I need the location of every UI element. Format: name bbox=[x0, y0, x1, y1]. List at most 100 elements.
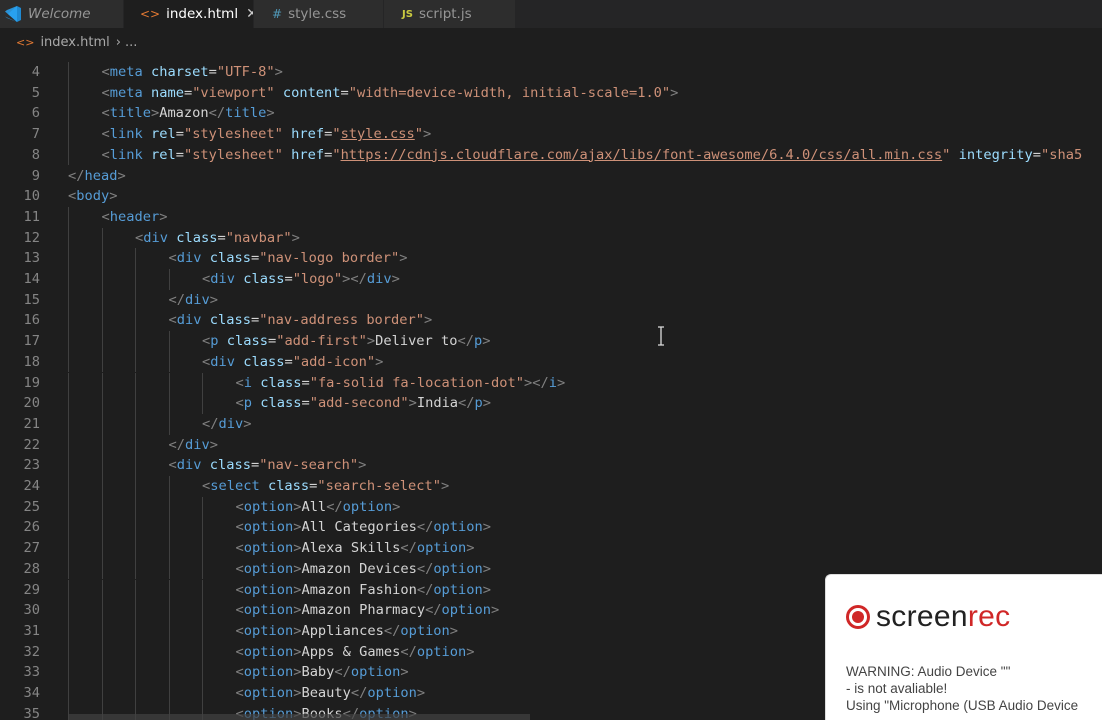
code-token: > bbox=[274, 64, 283, 80]
code-line[interactable]: 4 <meta charset="UTF-8"> bbox=[0, 62, 1102, 83]
breadcrumb-file[interactable]: index.html bbox=[40, 35, 109, 50]
code-token: option bbox=[433, 581, 483, 598]
code-token: charset bbox=[150, 64, 209, 80]
code-token: "sha5 bbox=[1041, 146, 1083, 163]
code-line[interactable]: 12 <div class="navbar"> bbox=[0, 227, 1102, 249]
code-line[interactable]: 20 <p class="add-second">India</p> bbox=[0, 393, 1102, 414]
code-line[interactable]: 21 </div> bbox=[0, 413, 1102, 435]
indent-guide bbox=[68, 227, 69, 249]
code-line[interactable]: 13 <div class="nav-logo border"> bbox=[0, 248, 1102, 269]
close-icon[interactable]: ✕ bbox=[246, 6, 253, 22]
tab-script-js[interactable]: JS script.js bbox=[384, 0, 516, 28]
code-token: meta bbox=[109, 64, 143, 80]
breadcrumb-rest[interactable]: ... bbox=[125, 35, 137, 50]
indent-guide bbox=[68, 124, 69, 145]
indent-guide bbox=[68, 269, 69, 290]
code-token: < bbox=[168, 312, 177, 329]
code-line[interactable]: 8 <link rel="stylesheet" href="https://cd… bbox=[0, 144, 1102, 166]
code-line[interactable]: 6 <title>Amazon</title> bbox=[0, 103, 1102, 125]
line-number: 24 bbox=[23, 478, 40, 494]
indent-guide bbox=[68, 248, 69, 269]
code-token: option bbox=[243, 581, 294, 598]
code-line[interactable]: 14 <div class="logo"></div> bbox=[0, 269, 1102, 290]
indent-guide bbox=[101, 331, 103, 352]
code-token: = bbox=[250, 312, 260, 329]
indent-guide bbox=[135, 517, 136, 539]
tab-label: style.css bbox=[288, 6, 347, 22]
code-line[interactable]: 7 <link rel="stylesheet" href="style.css"… bbox=[0, 124, 1102, 145]
code-token: < bbox=[202, 353, 211, 370]
indent-guide bbox=[135, 248, 136, 269]
code-token: integrity bbox=[958, 146, 1033, 163]
css-file-icon: # bbox=[272, 7, 283, 21]
indent-guide bbox=[101, 579, 103, 601]
code-line[interactable]: 23 <div class="nav-search"> bbox=[0, 455, 1102, 476]
code-token: div bbox=[176, 250, 202, 267]
indent-guide bbox=[168, 351, 170, 373]
code-token: < bbox=[235, 664, 244, 681]
line-number: 34 bbox=[23, 685, 40, 701]
indent-guide bbox=[101, 476, 103, 497]
code-line[interactable]: 15 </div> bbox=[0, 289, 1102, 311]
indent-guide bbox=[168, 558, 170, 580]
code-token[interactable]: style.css bbox=[341, 126, 415, 142]
indent-guide bbox=[202, 620, 203, 642]
code-token: </ bbox=[458, 395, 475, 412]
code-line[interactable]: 10 <body> bbox=[0, 186, 1102, 207]
code-token: i bbox=[243, 374, 252, 391]
code-line[interactable]: 26 <option>All Categories</option> bbox=[0, 517, 1102, 539]
code-line[interactable]: 27 <option>Alexa Skills</option> bbox=[0, 538, 1102, 559]
code-token: div bbox=[143, 229, 168, 246]
code-token: class bbox=[209, 457, 251, 474]
code-line[interactable]: 5 <meta name="viewport" content="width=de… bbox=[0, 82, 1102, 104]
code-line[interactable]: 11 <header> bbox=[0, 206, 1102, 228]
code-text: <option>Appliances</option> bbox=[236, 621, 459, 642]
indent-guide bbox=[101, 227, 103, 249]
code-token: > bbox=[556, 374, 566, 391]
code-token: select bbox=[210, 478, 260, 494]
tab-index-html[interactable]: <> index.html ✕ bbox=[124, 0, 254, 28]
code-line[interactable]: 19 <i class="fa-solid fa-location-dot"></… bbox=[0, 372, 1102, 394]
indent-guide bbox=[68, 558, 69, 580]
code-token: India bbox=[416, 395, 459, 412]
code-token: > bbox=[482, 395, 492, 412]
code-line[interactable]: 22 </div> bbox=[0, 434, 1102, 456]
indent-guide bbox=[168, 641, 170, 663]
code-text: <p class="add-first">Deliver to</p> bbox=[202, 331, 491, 352]
code-token: < bbox=[202, 478, 211, 494]
line-number: 27 bbox=[23, 540, 40, 557]
code-token: div bbox=[184, 436, 210, 453]
indent-guide bbox=[101, 248, 103, 269]
indent-guide bbox=[168, 579, 170, 601]
code-text: </head> bbox=[68, 166, 126, 187]
code-line[interactable]: 9 </head> bbox=[0, 166, 1102, 187]
code-line[interactable]: 24 <select class="search-select"> bbox=[0, 476, 1102, 497]
code-token: p bbox=[210, 333, 219, 350]
code-token: href bbox=[291, 146, 325, 163]
indent-guide bbox=[68, 310, 69, 332]
indent-guide bbox=[101, 289, 103, 311]
js-file-icon: JS bbox=[402, 8, 413, 20]
code-token: > bbox=[291, 229, 300, 246]
tab-style-css[interactable]: # style.css bbox=[254, 0, 384, 28]
code-line[interactable]: 16 <div class="nav-address border"> bbox=[0, 310, 1102, 332]
partial-line: <head> bbox=[0, 56, 1102, 58]
code-text: <link rel="stylesheet" href="https://cdn… bbox=[102, 145, 1083, 166]
code-token: > bbox=[466, 643, 475, 660]
code-text: <option>All</option> bbox=[236, 497, 401, 518]
code-token: < bbox=[168, 457, 177, 474]
code-token: p bbox=[474, 395, 483, 412]
code-text: </div> bbox=[202, 414, 251, 435]
code-text: </div> bbox=[169, 435, 218, 456]
code-line[interactable]: 18 <div class="add-icon"> bbox=[0, 351, 1102, 373]
tab-label: script.js bbox=[418, 6, 472, 22]
horizontal-scrollbar[interactable] bbox=[68, 714, 530, 720]
code-token[interactable]: https://cdnjs.cloudflare.com/ajax/libs/f… bbox=[341, 147, 943, 163]
code-line[interactable]: 17 <p class="add-first">Deliver to</p> bbox=[0, 331, 1102, 352]
code-line[interactable]: 25 <option>All</option> bbox=[0, 496, 1102, 518]
code-token: < bbox=[168, 250, 177, 267]
indent-guide bbox=[68, 206, 69, 228]
code-token: Amazon Fashion bbox=[301, 581, 417, 598]
